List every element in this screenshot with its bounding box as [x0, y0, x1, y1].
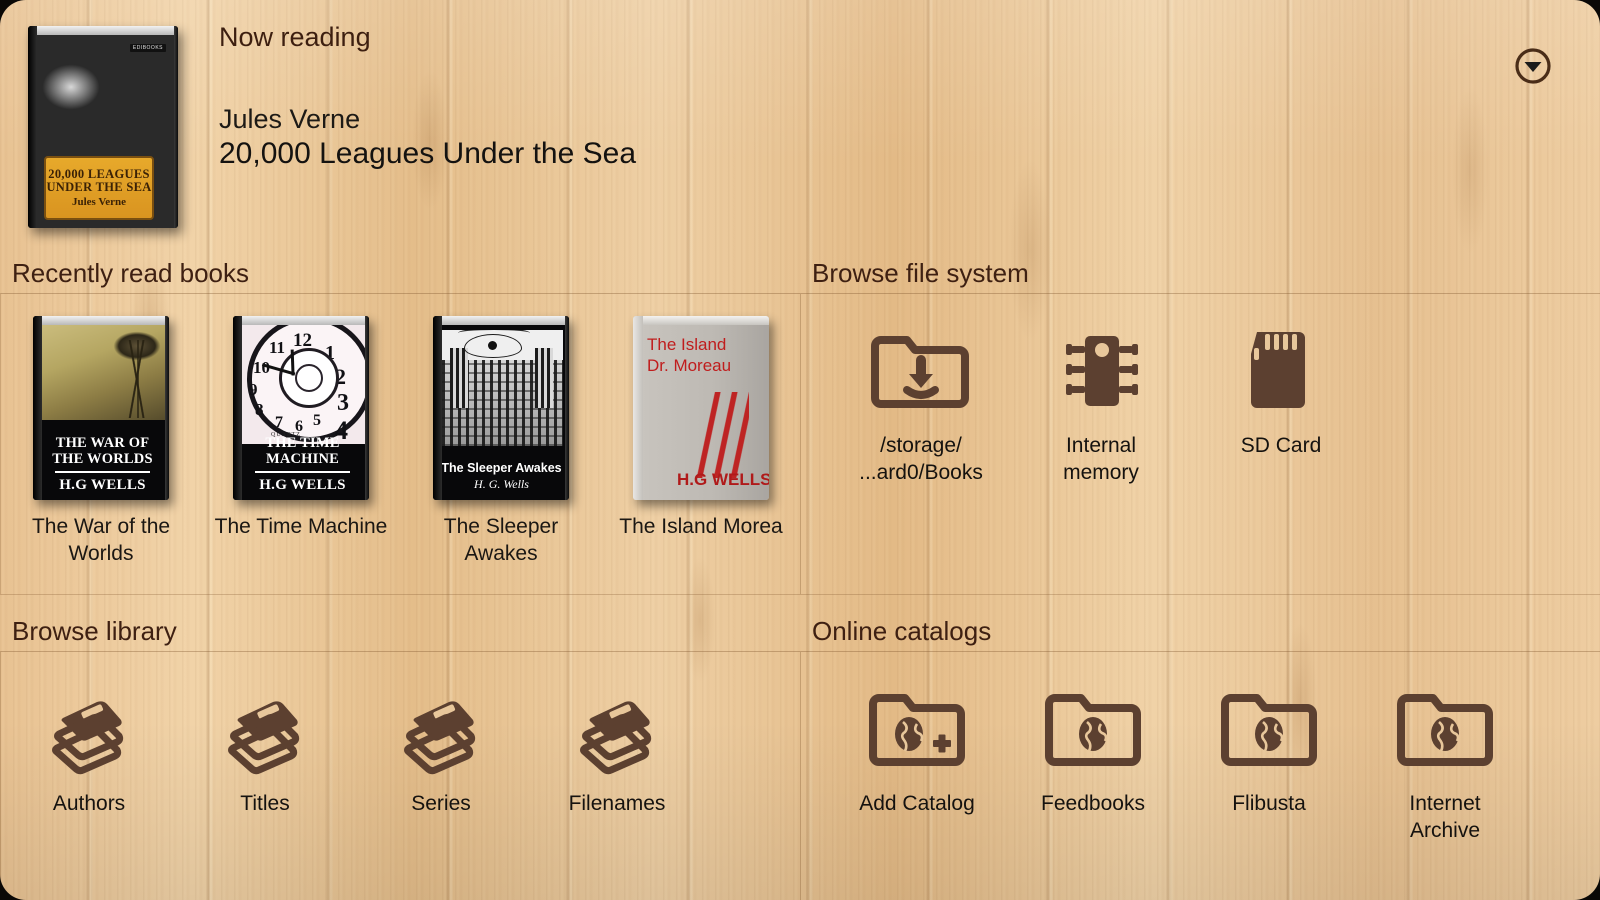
cover-title-text: THE WAR OF THE WORLDS: [52, 435, 153, 467]
cover-title-text-2: Dr. Moreau: [647, 356, 732, 376]
cover-title-text: The Island: [647, 335, 727, 354]
sd-card-icon: [1229, 320, 1333, 424]
library-item-label: Authors: [52, 792, 126, 815]
app-root: EDIBOOKS 20,000 LEAGUES UNDER THE SEA Ju…: [0, 0, 1600, 900]
section-title-browse-file-system: Browse file system: [812, 258, 1029, 288]
book-label: The Time Machine: [214, 515, 388, 538]
now-reading-author[interactable]: Jules Verne: [219, 104, 360, 135]
cover-author-text: H.G WELLS: [259, 477, 346, 493]
file-system-item-storage-books[interactable]: /storage/ ...ard0/Books: [831, 320, 1011, 487]
folder-globe-icon: [1217, 678, 1321, 782]
cover-title-text: The Sleeper Awakes: [441, 461, 562, 475]
book-cover-sleeper-awakes[interactable]: The Sleeper Awakes H. G. Wells: [433, 316, 569, 500]
folder-globe-icon: [1041, 678, 1145, 782]
folder-globe-add-icon: [865, 678, 969, 782]
section-title-recently-read: Recently read books: [12, 258, 250, 288]
library-item-list: Authors Titles Series Filenames: [1, 652, 800, 817]
cover-band-line3: Jules Verne: [71, 195, 127, 208]
chevron-down-circle-icon[interactable]: [1514, 47, 1552, 85]
catalog-item-add-catalog[interactable]: Add Catalog: [829, 678, 1005, 845]
book-label: The War of the Worlds: [31, 515, 171, 565]
content-columns: Recently read books THE WAR OF THE WORLD…: [0, 248, 1600, 900]
catalog-item-internet-archive[interactable]: Internet Archive: [1357, 678, 1533, 845]
file-system-grid: /storage/ ...ard0/Books Internal memory …: [800, 293, 1600, 595]
books-stack-icon: [389, 678, 493, 782]
catalog-item-feedbooks[interactable]: Feedbooks: [1005, 678, 1181, 845]
browse-library-grid: Authors Titles Series Filenames: [0, 651, 800, 900]
file-system-item-internal-memory[interactable]: Internal memory: [1011, 320, 1191, 487]
books-stack-icon: [37, 678, 141, 782]
file-system-item-label: Internal memory: [1063, 434, 1139, 485]
section-browse-library: Browse library Authors Titles Series Fil…: [0, 616, 800, 900]
library-item-titles[interactable]: Titles: [177, 678, 353, 817]
cover-author-text: H. G. Wells: [474, 477, 529, 491]
cover-title-band: 20,000 LEAGUES UNDER THE SEA Jules Verne: [44, 156, 154, 220]
library-item-authors[interactable]: Authors: [1, 678, 177, 817]
recent-book-item[interactable]: The Sleeper Awakes H. G. Wells The Sleep…: [401, 294, 601, 568]
folder-globe-icon: [1393, 678, 1497, 782]
left-column: Recently read books THE WAR OF THE WORLD…: [0, 248, 800, 900]
catalog-item-label: Add Catalog: [859, 792, 975, 815]
file-system-item-label: SD Card: [1240, 434, 1322, 457]
library-item-filenames[interactable]: Filenames: [529, 678, 705, 817]
books-stack-icon: [213, 678, 317, 782]
cover-publisher-mark: EDIBOOKS: [129, 44, 166, 52]
section-browse-file-system: Browse file system /storage/ ...ard0/Boo…: [800, 258, 1600, 595]
section-recently-read: Recently read books THE WAR OF THE WORLD…: [0, 258, 800, 595]
book-cover-island-of-dr-moreau[interactable]: The Island Dr. Moreau H.G WELLS: [633, 316, 769, 500]
now-reading-cover-thumbnail[interactable]: EDIBOOKS 20,000 LEAGUES UNDER THE SEA Ju…: [28, 26, 178, 228]
book-cover-time-machine[interactable]: 12 11 10 9 8 7 6 5 1 2 3 4 QUARTZ THE TI…: [233, 316, 369, 500]
cover-band-line2: UNDER THE SEA: [46, 179, 152, 194]
section-title-browse-library: Browse library: [12, 616, 177, 646]
recent-book-item[interactable]: The Island Dr. Moreau H.G WELLS The Isla…: [601, 294, 800, 568]
file-system-item-label: /storage/ ...ard0/Books: [859, 434, 983, 485]
catalog-item-label: Feedbooks: [1041, 792, 1145, 815]
library-item-series[interactable]: Series: [353, 678, 529, 817]
book-cover-war-of-the-worlds[interactable]: THE WAR OF THE WORLDS H.G WELLS: [33, 316, 169, 500]
file-system-item-sd-card[interactable]: SD Card: [1191, 320, 1371, 487]
now-reading-header: EDIBOOKS 20,000 LEAGUES UNDER THE SEA Ju…: [0, 0, 1600, 248]
cover-author-text: H.G WELLS: [59, 477, 146, 493]
file-system-item-list: /storage/ ...ard0/Books Internal memory …: [801, 294, 1600, 487]
book-list: THE WAR OF THE WORLDS H.G WELLS The War …: [1, 294, 800, 568]
library-item-label: Titles: [240, 792, 290, 815]
section-title-online-catalogs: Online catalogs: [812, 616, 992, 646]
cover-top-edge: [37, 26, 175, 35]
catalog-item-label: Internet Archive: [1409, 792, 1481, 843]
cover-band-line1: 20,000 LEAGUES: [48, 166, 150, 181]
book-label: The Sleeper Awakes: [443, 515, 559, 565]
library-item-label: Filenames: [568, 792, 666, 815]
memory-chip-icon: [1049, 320, 1153, 424]
cover-author-text: H.G WELLS: [677, 470, 769, 489]
books-stack-icon: [565, 678, 669, 782]
section-online-catalogs: Online catalogs Add Catalog Feedbooks Fl…: [800, 616, 1600, 900]
recent-book-item[interactable]: THE WAR OF THE WORLDS H.G WELLS The War …: [1, 294, 201, 568]
recent-book-item[interactable]: 12 11 10 9 8 7 6 5 1 2 3 4 QUARTZ THE TI…: [201, 294, 401, 568]
catalog-item-flibusta[interactable]: Flibusta: [1181, 678, 1357, 845]
cover-right-edge: [174, 26, 178, 228]
cover-title-text: THE TIME MACHINE: [265, 435, 340, 467]
cover-spine: [28, 26, 37, 228]
book-label: The Island Morea: [619, 515, 783, 538]
catalog-item-label: Flibusta: [1232, 792, 1306, 815]
library-item-label: Series: [411, 792, 471, 815]
now-reading-title[interactable]: 20,000 Leagues Under the Sea: [219, 137, 636, 171]
folder-download-icon: [869, 320, 973, 424]
online-catalogs-grid: Add Catalog Feedbooks Flibusta Internet …: [800, 651, 1600, 900]
right-column: Browse file system /storage/ ...ard0/Boo…: [800, 248, 1600, 900]
recently-read-shelf: THE WAR OF THE WORLDS H.G WELLS The War …: [0, 293, 800, 595]
catalog-item-list: Add Catalog Feedbooks Flibusta Internet …: [801, 652, 1600, 845]
now-reading-label: Now reading: [219, 22, 371, 52]
